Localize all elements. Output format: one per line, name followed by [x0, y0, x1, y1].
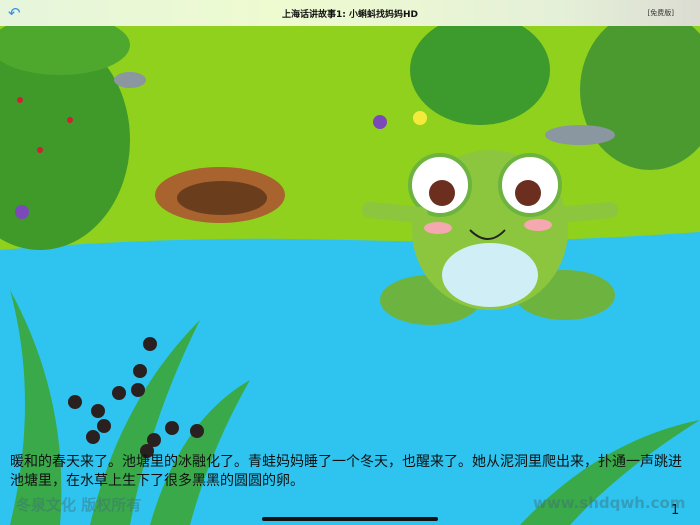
flower [413, 111, 427, 125]
story-text: 暖和的春天来了。池塘里的冰融化了。青蛙妈妈睡了一个冬天，也醒来了。她从泥洞里爬出… [10, 454, 682, 489]
free-version-badge: [免费版] [647, 9, 674, 17]
page-number: 1 [671, 503, 680, 518]
flower [373, 115, 387, 129]
top-bar: ↶ 上海话讲故事1: 小蝌蚪找妈妈HD [免费版] [0, 0, 700, 26]
home-indicator[interactable] [262, 517, 438, 521]
back-arrow-icon[interactable]: ↶ [8, 4, 26, 22]
story-illustration [0, 0, 700, 525]
mud-hole [155, 167, 285, 223]
watermark-website: www.shdqwh.com [533, 494, 686, 512]
page-title: 上海话讲故事1: 小蝌蚪找妈妈HD [282, 9, 418, 20]
flower [15, 205, 29, 219]
watermark-copyright: 冬泉文化 版权所有 [16, 496, 142, 514]
